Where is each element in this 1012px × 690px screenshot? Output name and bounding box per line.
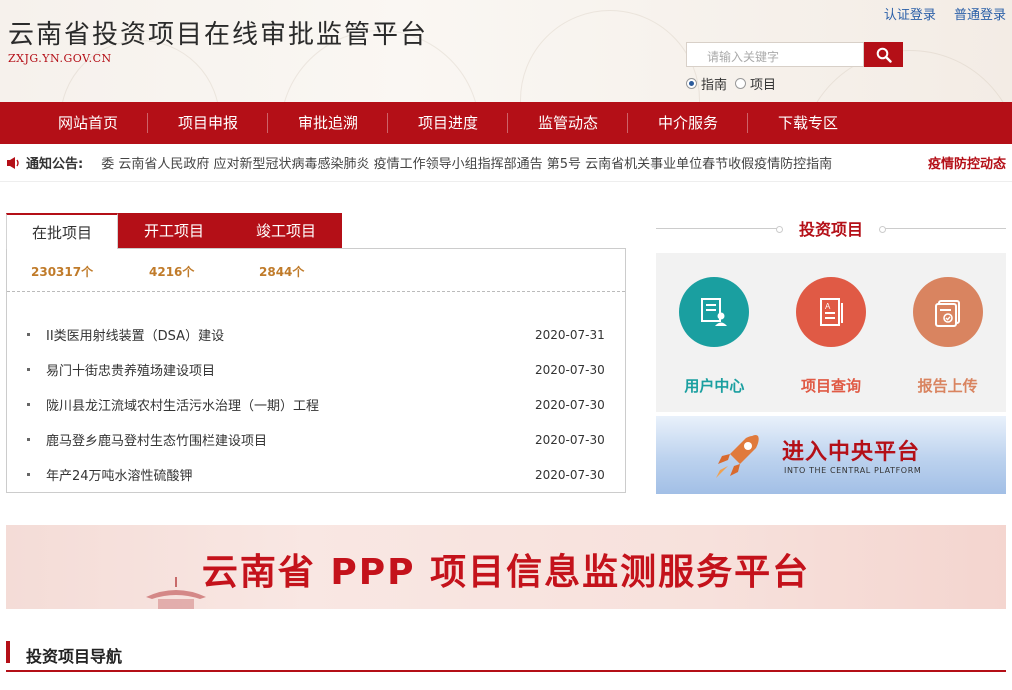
count-completed: 2844个 xyxy=(259,265,305,279)
notice-bar: 通知公告: 委 云南省人民政府 应对新型冠状病毒感染肺炎 疫情工作领导小组指挥部… xyxy=(0,144,1012,182)
project-counts: 230317个 4216个 2844个 xyxy=(7,249,625,280)
site-header: 云南省投资项目在线审批监管平台 ZXJG.YN.GOV.CN 认证登录 普通登录… xyxy=(0,0,1012,102)
title-line-left xyxy=(656,226,783,233)
bullet-icon xyxy=(27,403,30,406)
svg-text:A: A xyxy=(825,302,831,311)
search-button[interactable] xyxy=(864,42,903,67)
notice-label: 通知公告: xyxy=(26,157,84,172)
report-upload-icon xyxy=(934,300,960,327)
report-upload-circle xyxy=(912,277,983,347)
ppp-banner-text: 云南省 PPP 项目信息监测服务平台 xyxy=(201,552,811,593)
tab-pending[interactable]: 在批项目 xyxy=(6,213,118,249)
project-name[interactable]: 易门十街忠贵养殖场建设项目 xyxy=(46,360,535,379)
list-item: 易门十街忠贵养殖场建设项目 2020-07-30 xyxy=(7,352,625,387)
section-nav-header: 投资项目导航 xyxy=(6,640,1006,672)
nav-item-supervision[interactable]: 监管动态 xyxy=(508,102,628,144)
nav-item-progress[interactable]: 项目进度 xyxy=(388,102,508,144)
project-date: 2020-07-30 xyxy=(535,467,605,482)
document-list-icon: A xyxy=(819,298,843,326)
divider xyxy=(7,291,625,292)
list-item: 陇川县龙江流域农村生活污水治理（一期）工程 2020-07-30 xyxy=(7,387,625,422)
project-date: 2020-07-30 xyxy=(535,397,605,412)
nav-item-download[interactable]: 下载专区 xyxy=(748,102,868,144)
tab-started[interactable]: 开工项目 xyxy=(118,213,230,249)
list-item: II类医用射线装置（DSA）建设 2020-07-31 xyxy=(7,317,625,352)
project-panel: 230317个 4216个 2844个 II类医用射线装置（DSA）建设 202… xyxy=(6,248,626,493)
project-query-label: 项目查询 xyxy=(800,377,861,395)
radio-project[interactable]: 项目 xyxy=(735,74,776,93)
normal-login-link[interactable]: 普通登录 xyxy=(954,8,1006,23)
project-name[interactable]: II类医用射线装置（DSA）建设 xyxy=(46,325,535,344)
notice-marquee[interactable]: 委 云南省人民政府 应对新型冠状病毒感染肺炎 疫情工作领导小组指挥部通告 第5号… xyxy=(101,153,901,172)
radio-project-label: 项目 xyxy=(750,78,777,93)
user-document-icon xyxy=(701,298,728,326)
rocket-icon xyxy=(716,435,759,478)
ppp-banner[interactable]: 云南省 PPP 项目信息监测服务平台 xyxy=(6,525,1006,609)
project-date: 2020-07-30 xyxy=(535,362,605,377)
investment-section-title: 投资项目 xyxy=(656,216,1006,240)
user-center-button[interactable]: 用户中心 xyxy=(664,277,764,412)
nav-item-trace[interactable]: 审批追溯 xyxy=(268,102,388,144)
section-nav-title: 投资项目导航 xyxy=(26,647,123,666)
bullet-icon xyxy=(27,473,30,476)
project-name[interactable]: 鹿马登乡鹿马登村生态竹围栏建设项目 xyxy=(46,430,535,449)
central-platform-banner[interactable]: 进入中央平台 INTO THE CENTRAL PLATFORM xyxy=(656,416,1006,494)
project-date: 2020-07-30 xyxy=(535,432,605,447)
search-input[interactable]: 请输入关键字 xyxy=(686,42,864,67)
epidemic-link[interactable]: 疫情防控动态 xyxy=(928,153,1006,172)
search-type-radios: 指南 项目 xyxy=(686,74,784,93)
project-name[interactable]: 年产24万吨水溶性硫酸钾 xyxy=(46,465,535,484)
count-started: 4216个 xyxy=(149,265,195,279)
bullet-icon xyxy=(27,333,30,336)
report-upload-button[interactable]: 报告上传 xyxy=(898,277,998,412)
nav-item-apply[interactable]: 项目申报 xyxy=(148,102,268,144)
project-date: 2020-07-31 xyxy=(535,327,605,342)
service-box: 用户中心 A 项目查询 报告上传 xyxy=(656,253,1006,412)
main-nav: 网站首页 项目申报 审批追溯 项目进度 监管动态 中介服务 下载专区 xyxy=(0,102,1012,144)
section-marker xyxy=(6,641,10,663)
radio-guide-label: 指南 xyxy=(701,78,728,93)
site-title: 云南省投资项目在线审批监管平台 xyxy=(8,20,429,50)
bullet-icon xyxy=(27,368,30,371)
project-query-button[interactable]: A 项目查询 xyxy=(781,277,881,412)
central-platform-title: 进入中央平台 xyxy=(782,440,921,465)
project-tabs: 在批项目 开工项目 竣工项目 xyxy=(6,213,342,249)
report-upload-label: 报告上传 xyxy=(917,377,978,395)
nav-item-home[interactable]: 网站首页 xyxy=(28,102,148,144)
tab-completed[interactable]: 竣工项目 xyxy=(230,213,342,249)
bullet-icon xyxy=(27,438,30,441)
list-item: 鹿马登乡鹿马登村生态竹围栏建设项目 2020-07-30 xyxy=(7,422,625,457)
speaker-icon xyxy=(7,156,19,169)
radio-project-dot xyxy=(735,78,747,89)
search-icon xyxy=(876,47,892,63)
project-name[interactable]: 陇川县龙江流域农村生活污水治理（一期）工程 xyxy=(46,395,535,414)
count-pending: 230317个 xyxy=(31,265,94,279)
investment-title: 投资项目 xyxy=(798,220,863,239)
user-center-circle xyxy=(679,277,750,347)
radio-guide-dot xyxy=(686,78,697,89)
project-list: II类医用射线装置（DSA）建设 2020-07-31 易门十街忠贵养殖场建设项… xyxy=(7,317,625,492)
radio-guide[interactable]: 指南 xyxy=(686,74,727,93)
site-domain: ZXJG.YN.GOV.CN xyxy=(8,52,112,65)
cert-login-link[interactable]: 认证登录 xyxy=(884,8,936,23)
central-platform-subtitle: INTO THE CENTRAL PLATFORM xyxy=(784,466,922,475)
nav-item-agency[interactable]: 中介服务 xyxy=(628,102,748,144)
title-line-right xyxy=(879,226,1006,233)
project-query-circle: A xyxy=(795,277,866,347)
list-item: 年产24万吨水溶性硫酸钾 2020-07-30 xyxy=(7,457,625,492)
header-pattern xyxy=(520,10,700,102)
user-center-label: 用户中心 xyxy=(684,377,745,395)
top-links: 认证登录 普通登录 xyxy=(870,4,1006,23)
